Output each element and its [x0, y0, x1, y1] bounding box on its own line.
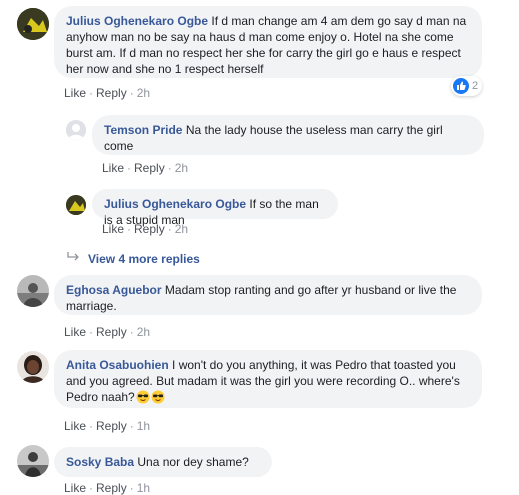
like-link[interactable]: Like [64, 419, 86, 433]
comment-actions: Like · Reply · 2h [102, 222, 189, 236]
comment-author[interactable]: Eghosa Aguebor [66, 283, 162, 297]
comment-bubble: Julius Oghenekaro Ogbe If d man change a… [54, 6, 482, 78]
avatar[interactable] [17, 445, 49, 477]
reply-link[interactable]: Reply [96, 419, 127, 433]
timestamp[interactable]: 2h [137, 86, 150, 100]
timestamp[interactable]: 1h [137, 481, 150, 495]
reply-link[interactable]: Reply [96, 86, 127, 100]
timestamp[interactable]: 2h [175, 222, 188, 236]
like-link[interactable]: Like [102, 161, 124, 175]
like-icon [453, 78, 469, 94]
comment-actions: Like · Reply · 1h [64, 481, 151, 495]
comment-actions: Like · Reply · 2h [64, 325, 151, 339]
avatar[interactable] [17, 351, 49, 383]
comment-bubble: Anita Osabuohien I won't do you anything… [54, 350, 482, 408]
avatar[interactable] [66, 120, 86, 140]
timestamp[interactable]: 2h [137, 325, 150, 339]
view-more-replies-link[interactable]: View 4 more replies [67, 251, 200, 266]
avatar[interactable] [66, 195, 86, 215]
comment-bubble: Julius Oghenekaro Ogbe If so the man is … [92, 189, 338, 227]
comment-bubble: Eghosa Aguebor Madam stop ranting and go… [54, 275, 482, 315]
reply-link[interactable]: Reply [134, 222, 165, 236]
comment-actions: Like · Reply · 1h [64, 419, 151, 433]
reply-link[interactable]: Reply [96, 481, 127, 495]
reply-arrow-icon [67, 251, 81, 266]
comment-actions: Like · Reply · 2h [64, 86, 151, 100]
comment-author[interactable]: Anita Osabuohien [66, 358, 169, 372]
reaction-count[interactable]: 2 [451, 76, 483, 96]
reply-link[interactable]: Reply [96, 325, 127, 339]
view-more-replies-label: View 4 more replies [88, 251, 200, 266]
comment-text: Una nor dey shame? [137, 455, 249, 469]
avatar[interactable] [17, 8, 49, 40]
like-link[interactable]: Like [102, 222, 124, 236]
like-link[interactable]: Like [64, 325, 86, 339]
comment-actions: Like · Reply · 2h [102, 161, 189, 175]
comment-author[interactable]: Julius Oghenekaro Ogbe [104, 197, 246, 211]
sunglasses-emoji-icon [150, 390, 165, 404]
comment-author[interactable]: Temson Pride [104, 123, 182, 137]
avatar[interactable] [17, 275, 49, 307]
comment-author[interactable]: Julius Oghenekaro Ogbe [66, 14, 208, 28]
like-link[interactable]: Like [64, 481, 86, 495]
timestamp[interactable]: 2h [175, 161, 188, 175]
reaction-count-text: 2 [472, 80, 479, 92]
reply-link[interactable]: Reply [134, 161, 165, 175]
comment-bubble: Temson Pride Na the lady house the usele… [92, 115, 484, 155]
comment-author[interactable]: Sosky Baba [66, 455, 134, 469]
timestamp[interactable]: 1h [137, 419, 150, 433]
like-link[interactable]: Like [64, 86, 86, 100]
comment-bubble: Sosky Baba Una nor dey shame? [54, 447, 272, 477]
sunglasses-emoji-icon [135, 390, 150, 404]
